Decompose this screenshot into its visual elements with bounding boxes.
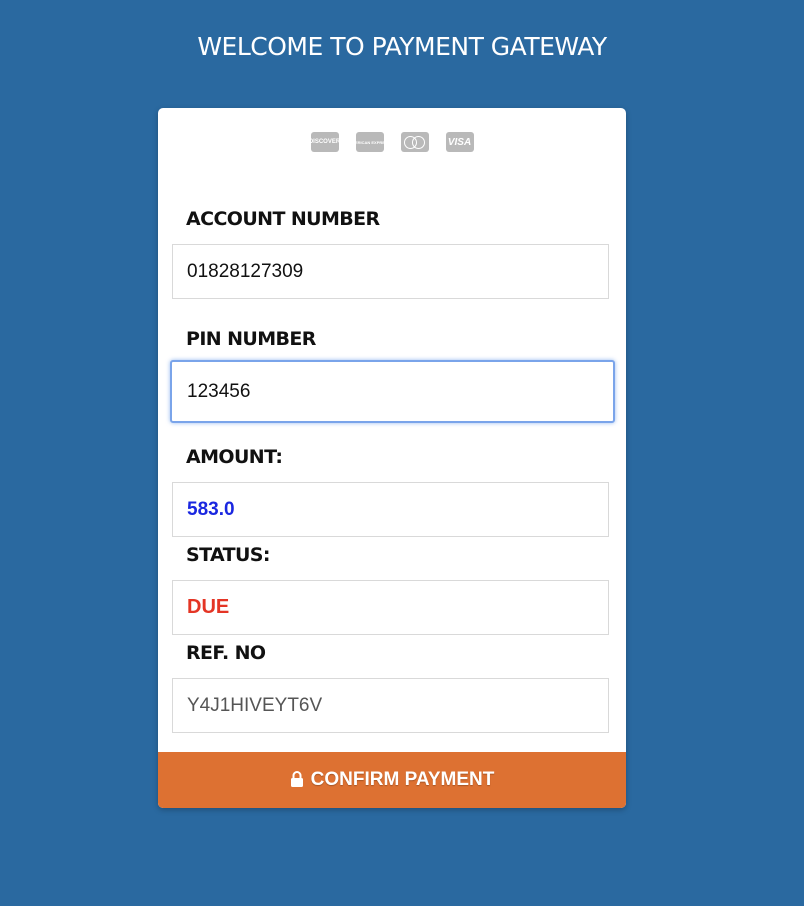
confirm-payment-label: CONFIRM PAYMENT xyxy=(310,769,495,790)
pin-number-value: 123456 xyxy=(187,380,251,402)
discover-logo-icon: DISCOVER xyxy=(310,132,339,152)
status-field[interactable]: DUE xyxy=(172,580,609,635)
ref-no-value: Y4J1HIVEYT6V xyxy=(187,694,323,716)
ref-no-field[interactable]: Y4J1HIVEYT6V xyxy=(172,678,609,733)
pin-number-label: PIN NUMBER xyxy=(186,328,316,350)
lock-icon xyxy=(290,771,303,787)
account-number-value: 01828127309 xyxy=(187,260,304,282)
amount-field[interactable]: 583.0 xyxy=(172,482,609,537)
card-logos: DISCOVER AMERICAN EXPRESS VISA xyxy=(158,132,626,152)
amount-value: 583.0 xyxy=(187,498,235,520)
confirm-payment-button[interactable]: CONFIRM PAYMENT xyxy=(158,752,626,808)
ref-no-label: REF. NO xyxy=(186,642,266,664)
payment-card: DISCOVER AMERICAN EXPRESS VISA ACCOUNT N… xyxy=(158,108,626,808)
page-title: WELCOME TO PAYMENT GATEWAY xyxy=(197,32,607,61)
amex-logo-icon: AMERICAN EXPRESS xyxy=(355,132,384,152)
status-label: STATUS: xyxy=(186,544,270,566)
visa-logo-icon: VISA xyxy=(445,132,474,152)
amount-label: AMOUNT: xyxy=(186,446,283,468)
account-number-field[interactable]: 01828127309 xyxy=(172,244,609,299)
account-number-label: ACCOUNT NUMBER xyxy=(186,208,380,230)
mastercard-logo-icon xyxy=(400,132,429,152)
pin-number-field[interactable]: 123456 xyxy=(170,360,615,423)
status-value: DUE xyxy=(187,596,230,618)
